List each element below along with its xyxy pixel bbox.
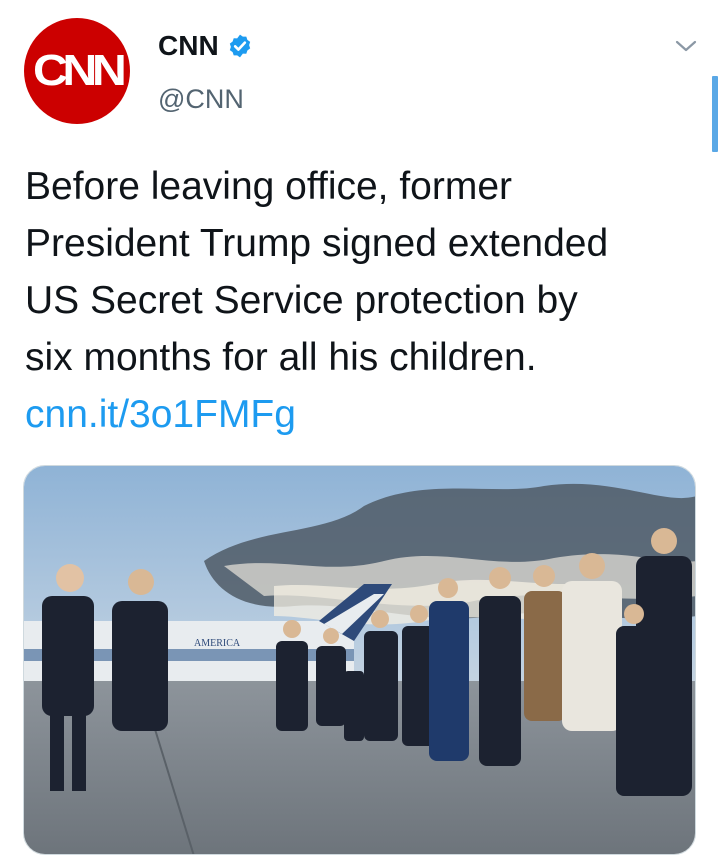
verified-badge-icon <box>229 34 250 58</box>
tweet-body: Before leaving office, former President … <box>25 165 609 379</box>
scrollbar[interactable] <box>712 76 718 152</box>
avatar[interactable]: CNN <box>24 18 130 124</box>
tweet-photo[interactable]: AMERICA <box>23 465 696 855</box>
author-row: CNN <box>158 30 253 62</box>
tweet-text: Before leaving office, former President … <box>25 158 700 443</box>
chevron-down-icon[interactable] <box>672 36 700 56</box>
user-handle[interactable]: @CNN <box>158 84 244 115</box>
tweet-link[interactable]: cnn.it/3o1FMFg <box>25 386 700 443</box>
cnn-logo-text: CNN <box>32 46 127 95</box>
plane-label: AMERICA <box>194 638 241 649</box>
display-name[interactable]: CNN <box>158 30 219 62</box>
photo-scene: AMERICA <box>24 466 695 854</box>
